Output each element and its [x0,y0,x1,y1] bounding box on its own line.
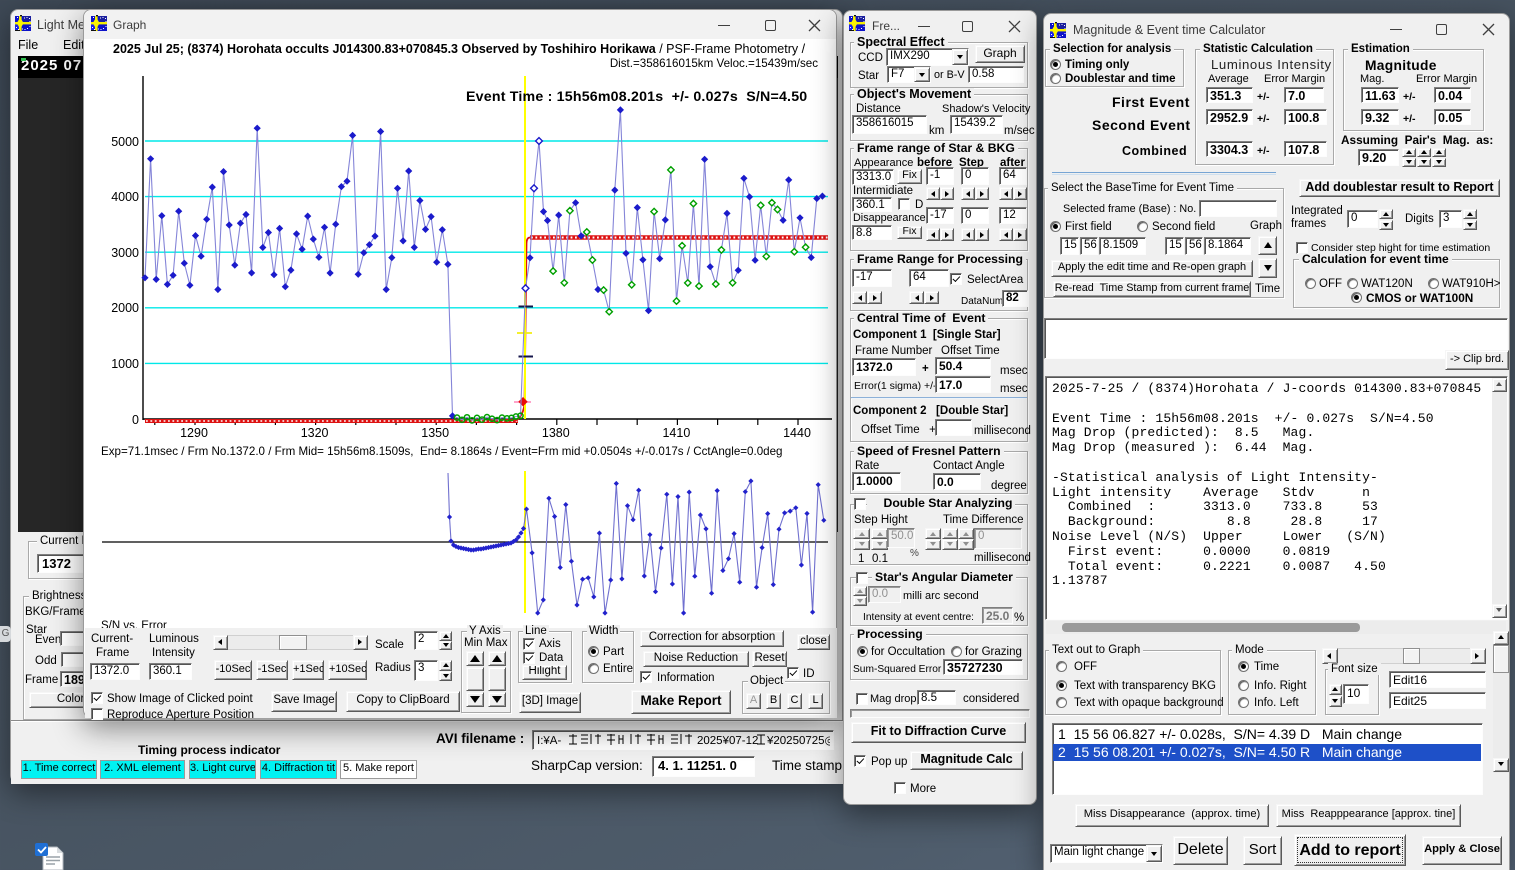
svg-text:¥20250725◎Hor: ¥20250725◎Hor [766,735,830,747]
svg-text:I:¥A-: I:¥A- [537,735,561,747]
svg-text:2025¥07-12: 2025¥07-12 [697,735,758,747]
